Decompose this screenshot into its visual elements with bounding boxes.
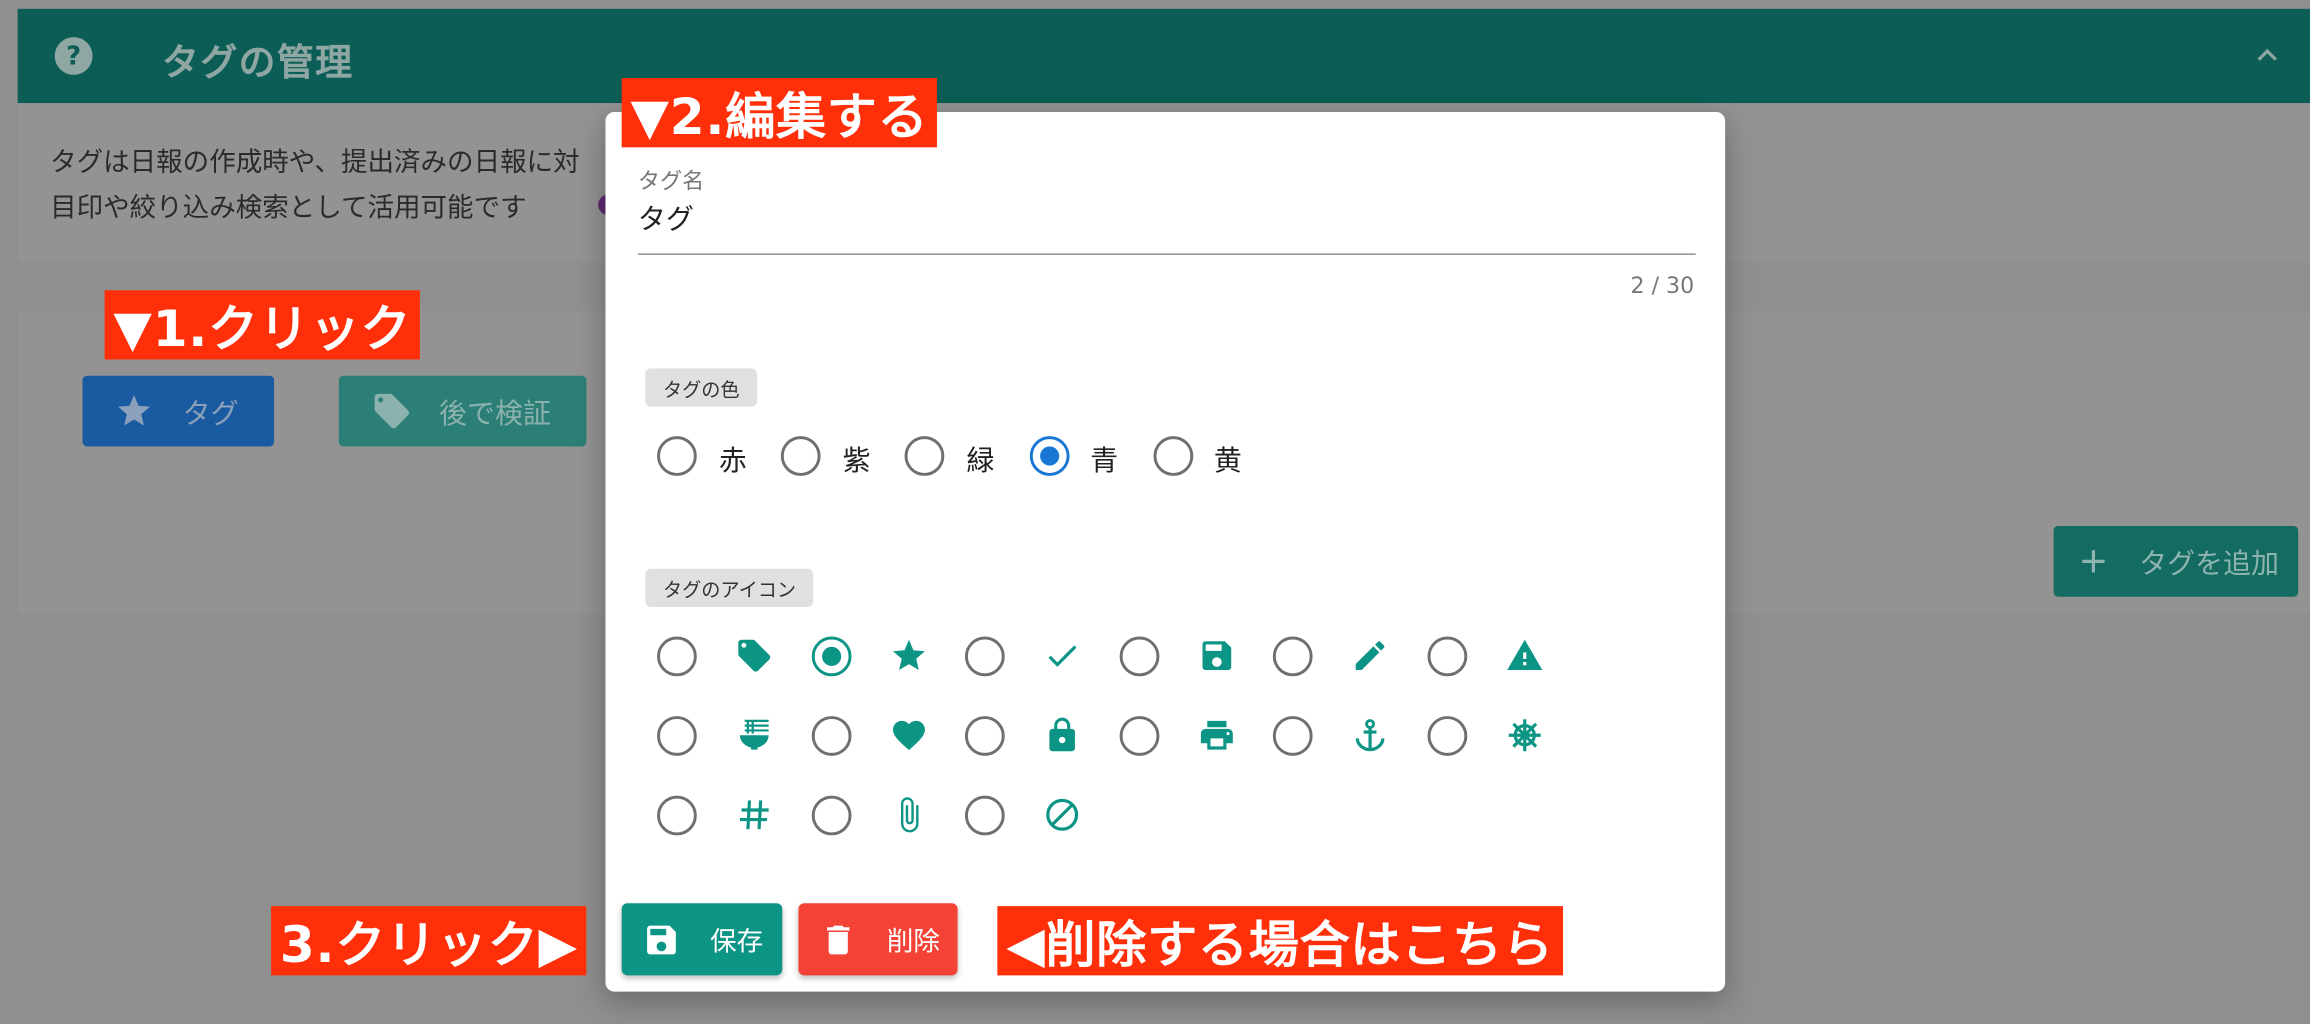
- icon-radio[interactable]: [1427, 636, 1468, 677]
- char-counter: 2 / 30: [1630, 272, 1695, 300]
- icon-radio[interactable]: [1119, 636, 1160, 677]
- ship-wheel-icon: [1508, 719, 1541, 752]
- paperclip-icon: [900, 797, 919, 833]
- plus-icon: [2082, 550, 2105, 573]
- color-label: 赤: [718, 444, 747, 478]
- trash-icon: [827, 924, 850, 954]
- check-icon: [1048, 645, 1077, 667]
- save-button[interactable]: 保存: [621, 903, 783, 976]
- page-header: ? タグの管理: [17, 8, 2310, 104]
- icon-radio[interactable]: [1272, 716, 1313, 756]
- svg-text:?: ?: [66, 42, 81, 72]
- tag-chip[interactable]: タグ: [82, 375, 275, 447]
- icon-radio[interactable]: [964, 716, 1005, 756]
- color-label: 紫: [842, 444, 871, 478]
- printer-icon: [1200, 720, 1233, 750]
- pencil-icon: [1355, 641, 1385, 671]
- edit-tag-dialog: タグ名 タグ 2 / 30 タグの色 赤 紫 緑 青 黄 タグのアイコン 保存 …: [605, 111, 1726, 992]
- delete-button[interactable]: 削除: [798, 903, 958, 976]
- help-icon[interactable]: ?: [53, 35, 94, 76]
- tag-chip-label: 後で検証: [439, 397, 551, 430]
- color-label: 緑: [966, 444, 995, 478]
- heart-icon: [893, 720, 925, 751]
- icon-radio[interactable]: [1119, 716, 1160, 756]
- save-button-label: 保存: [710, 926, 764, 957]
- color-radio-yellow[interactable]: [1153, 436, 1194, 476]
- tag-name-input[interactable]: タグ: [638, 197, 694, 237]
- icon-radio[interactable]: [811, 716, 852, 756]
- star-icon: [118, 395, 151, 426]
- save-icon: [647, 924, 676, 954]
- icon-radio[interactable]: [811, 636, 852, 677]
- anchor-icon: [1355, 719, 1385, 752]
- icon-radio[interactable]: [657, 636, 697, 677]
- description-text: 目印や絞り込み検索として活用可能です: [50, 193, 527, 224]
- add-tag-label: タグを追加: [2139, 547, 2280, 580]
- description-text: タグは日報の作成時や、提出済みの日報に対: [50, 147, 580, 179]
- noodle-bowl-icon: [739, 719, 769, 750]
- color-label: 黄: [1213, 444, 1242, 478]
- color-section-label: タグの色: [645, 368, 758, 407]
- color-radio-purple[interactable]: [780, 436, 821, 476]
- save-icon: [1202, 641, 1232, 671]
- icon-radio[interactable]: [1427, 716, 1468, 756]
- lock-icon: [1049, 717, 1075, 752]
- annotation-step2: ▼2.編集する: [621, 78, 938, 148]
- icon-radio[interactable]: [964, 636, 1005, 677]
- color-radio-blue[interactable]: [1029, 436, 1070, 476]
- tag-icon: [738, 639, 771, 672]
- icon-radio[interactable]: [811, 795, 852, 836]
- chevron-up-icon[interactable]: [2251, 41, 2283, 70]
- icon-radio[interactable]: [657, 716, 697, 756]
- tag-name-label: タグ名: [637, 167, 705, 195]
- color-radio-red[interactable]: [657, 436, 697, 476]
- color-label: 青: [1090, 444, 1119, 478]
- tag-chip[interactable]: 後で検証: [338, 375, 587, 447]
- input-underline: [637, 253, 1696, 255]
- icon-section-label: タグのアイコン: [645, 568, 814, 608]
- delete-button-label: 削除: [886, 926, 940, 957]
- tag-chip-label: タグ: [182, 397, 239, 430]
- icon-radio[interactable]: [1272, 636, 1313, 677]
- tag-icon: [374, 393, 410, 429]
- icon-radio[interactable]: [964, 795, 1005, 836]
- hash-icon: [739, 800, 769, 830]
- page-title: タグの管理: [162, 41, 354, 84]
- color-radio-green[interactable]: [904, 436, 945, 476]
- block-icon: [1046, 798, 1079, 831]
- annotation-step3: 3.クリック▶: [271, 906, 587, 976]
- add-tag-button[interactable]: タグを追加: [2053, 526, 2299, 597]
- annotation-step1: ▼1.クリック: [104, 290, 421, 360]
- annotation-delete-hint: ◀削除する場合はこちら: [997, 906, 1563, 976]
- warning-icon: [1507, 639, 1543, 671]
- icon-radio[interactable]: [657, 795, 697, 836]
- star-icon: [893, 639, 925, 671]
